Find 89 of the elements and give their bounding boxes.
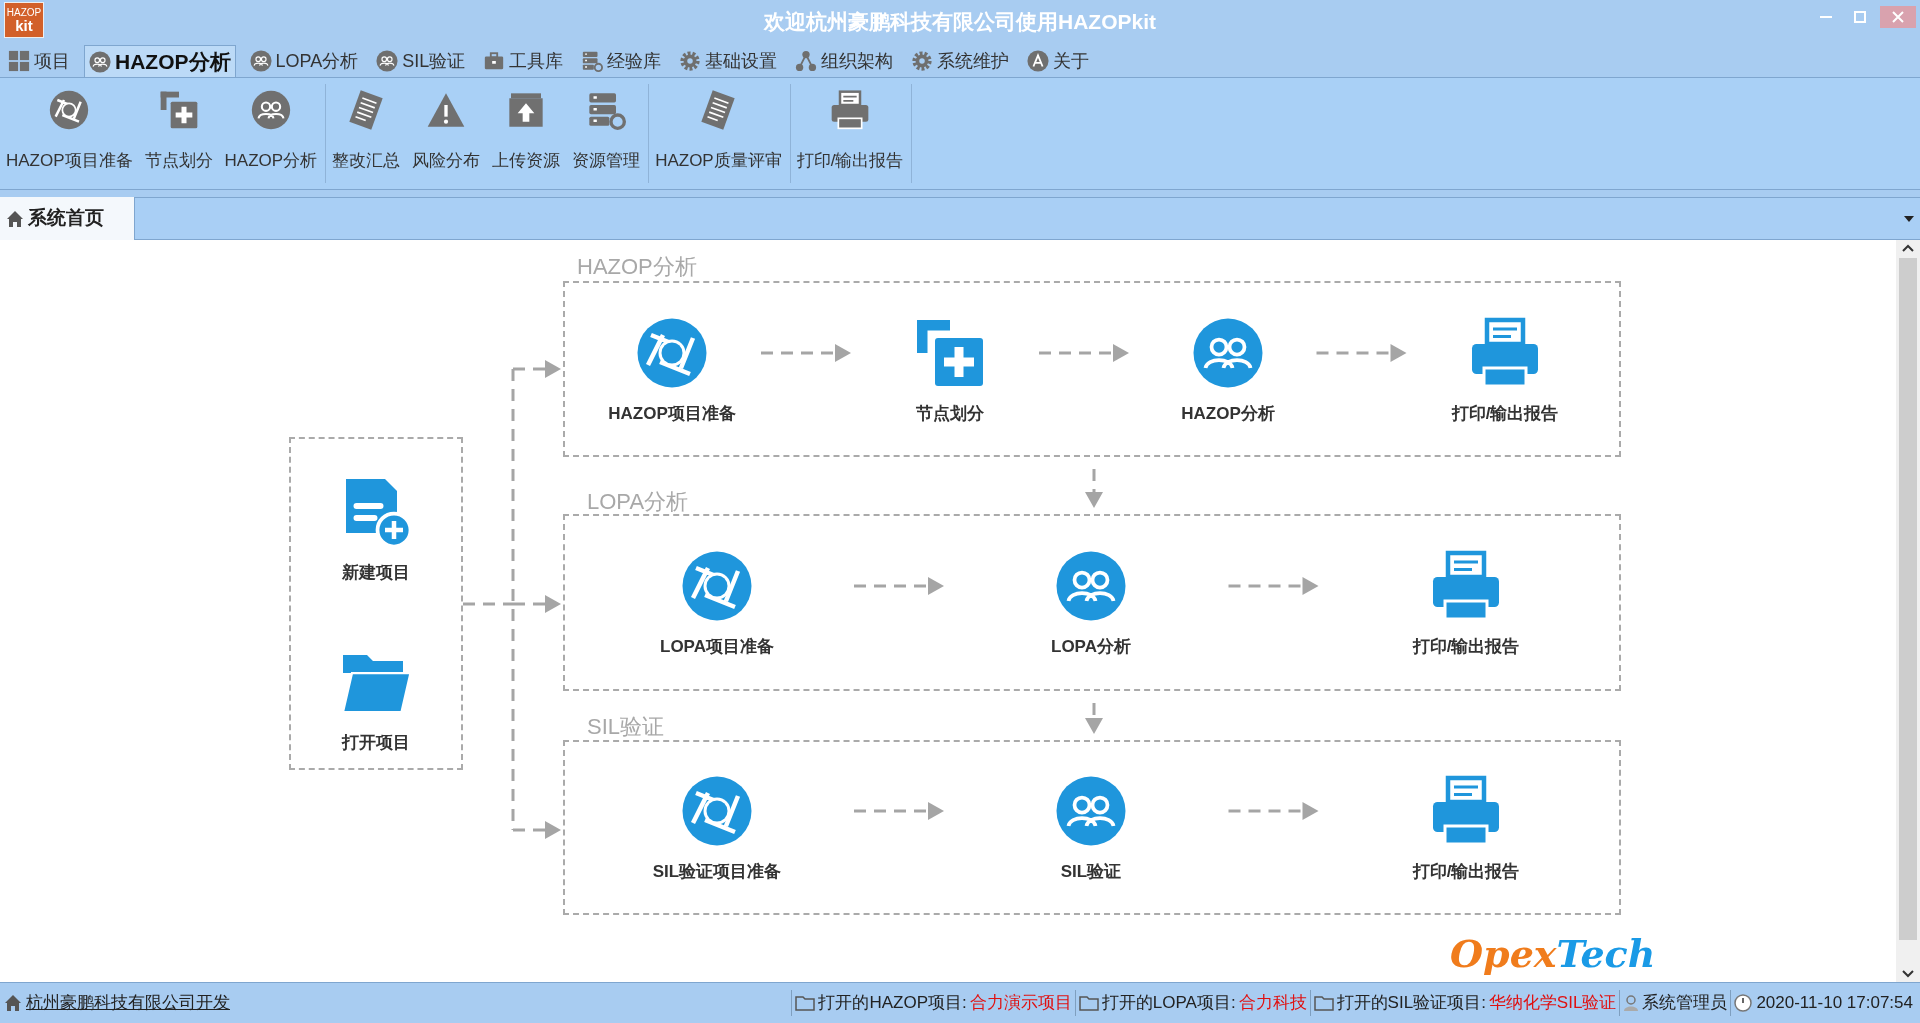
- window-title: 欢迎杭州豪鹏科技有限公司使用HAZOPkit: [764, 9, 1156, 36]
- menu-tab[interactable]: 工具库: [479, 45, 568, 77]
- dashed-arrow: [513, 360, 561, 378]
- aperture-icon: [681, 775, 753, 847]
- user-icon: [1623, 994, 1640, 1012]
- ribbon-button[interactable]: HAZOP分析: [218, 84, 324, 183]
- flow-step[interactable]: 新建项目: [256, 476, 496, 586]
- scroll-thumb[interactable]: [1899, 258, 1917, 940]
- team-icon: [249, 50, 272, 72]
- status-value: 合力科技: [1238, 992, 1307, 1015]
- user-name: 系统管理员: [1642, 992, 1728, 1015]
- folder-icon: [795, 995, 816, 1011]
- ribbon-button[interactable]: HAZOP项目准备: [0, 84, 139, 183]
- flow-step[interactable]: LOPA项目准备: [597, 550, 837, 660]
- clock-icon: [1734, 994, 1753, 1012]
- ribbon-button[interactable]: 整改汇总: [326, 84, 407, 183]
- flow-step[interactable]: SIL验证项目准备: [597, 775, 837, 885]
- group-title: HAZOP分析: [577, 253, 697, 281]
- org-icon: [795, 50, 818, 72]
- briefcase-icon: [483, 50, 506, 72]
- menu-tab[interactable]: 经验库: [577, 45, 666, 77]
- scroll-down-icon[interactable]: [1902, 970, 1914, 978]
- menu-tab[interactable]: HAZOP分析: [84, 45, 236, 77]
- about-icon: [1027, 50, 1050, 72]
- scrollbar[interactable]: [1896, 240, 1920, 982]
- menu-tab[interactable]: 项目: [4, 45, 74, 77]
- dashed-arrow: [513, 595, 561, 613]
- scroll-up-icon[interactable]: [1902, 244, 1914, 252]
- menu-tab[interactable]: SIL验证: [372, 45, 470, 77]
- status-value: 合力演示项目: [969, 992, 1072, 1015]
- folder-icon: [1313, 995, 1334, 1011]
- server-icon: [586, 90, 627, 130]
- ribbon-button[interactable]: 风险分布: [406, 84, 487, 183]
- document-tab[interactable]: 系统首页: [0, 197, 135, 240]
- close-button[interactable]: [1880, 6, 1916, 28]
- group-title: LOPA分析: [587, 488, 689, 516]
- home-icon: [6, 209, 24, 228]
- aperture-icon: [636, 317, 708, 389]
- team-icon: [1192, 317, 1264, 389]
- team-icon: [1055, 550, 1127, 622]
- ribbon-button[interactable]: 打印/输出报告: [790, 84, 910, 183]
- flow-step[interactable]: 打印/输出报告: [1385, 317, 1625, 427]
- status-label: 打开的SIL验证项目:: [1336, 992, 1486, 1015]
- status-label: 打开的HAZOP项目:: [818, 992, 967, 1015]
- menu-tab[interactable]: LOPA分析: [245, 45, 363, 77]
- team-icon: [250, 90, 291, 130]
- ribbon-button[interactable]: HAZOP质量评审: [649, 84, 788, 183]
- print-icon: [830, 90, 871, 130]
- flow-step[interactable]: SIL验证: [971, 775, 1211, 885]
- flow-step[interactable]: 打开项目: [256, 646, 496, 756]
- aperture-icon: [49, 90, 90, 130]
- grid-icon: [8, 50, 30, 72]
- flow-step[interactable]: 打印/输出报告: [1346, 550, 1586, 660]
- menu-tab[interactable]: 基础设置: [675, 45, 782, 77]
- dashed-arrow: [1085, 703, 1103, 734]
- status-value: 华纳化学SIL验证: [1488, 992, 1617, 1015]
- logo-text: HAZOP: [6, 7, 42, 18]
- ribbon-button[interactable]: 节点划分: [138, 84, 219, 183]
- ribbon-button[interactable]: 上传资源: [486, 84, 567, 183]
- server-icon: [581, 50, 604, 72]
- flow-step[interactable]: HAZOP分析: [1108, 317, 1348, 427]
- team-icon: [1055, 775, 1127, 847]
- dashed-arrow: [513, 821, 561, 839]
- folder-icon: [1078, 995, 1099, 1011]
- minimize-icon: [1820, 16, 1832, 18]
- flow-step[interactable]: 打印/输出报告: [1346, 775, 1586, 885]
- flow-step[interactable]: LOPA分析: [971, 550, 1211, 660]
- menu-tab[interactable]: 关于: [1023, 45, 1094, 77]
- menu-tab[interactable]: 系统维护: [907, 45, 1014, 77]
- brand-logo: OpexTech: [1450, 935, 1656, 973]
- close-icon: [1892, 11, 1904, 23]
- aperture-icon: [681, 550, 753, 622]
- maximize-icon: [1854, 11, 1866, 23]
- group-title: SIL验证: [587, 713, 665, 741]
- flow-step[interactable]: 节点划分: [830, 317, 1070, 427]
- menu-tab[interactable]: 组织架构: [791, 45, 898, 77]
- dashed-arrow: [1085, 469, 1103, 508]
- flow-step[interactable]: HAZOP项目准备: [552, 317, 792, 427]
- team-icon: [376, 50, 399, 72]
- developer-link[interactable]: 杭州豪鹏科技有限公司开发: [4, 990, 230, 1016]
- gear-icon: [679, 50, 702, 72]
- team-icon: [89, 50, 111, 73]
- dropdown-icon[interactable]: [1904, 216, 1914, 222]
- home-icon: [4, 994, 22, 1012]
- date-time: 2020-11-10 17:07:54: [1756, 992, 1913, 1015]
- gear-icon: [911, 50, 934, 72]
- ribbon-button[interactable]: 资源管理: [566, 84, 647, 183]
- status-label: 打开的LOPA项目:: [1101, 992, 1236, 1015]
- logo-text: kit: [15, 17, 33, 33]
